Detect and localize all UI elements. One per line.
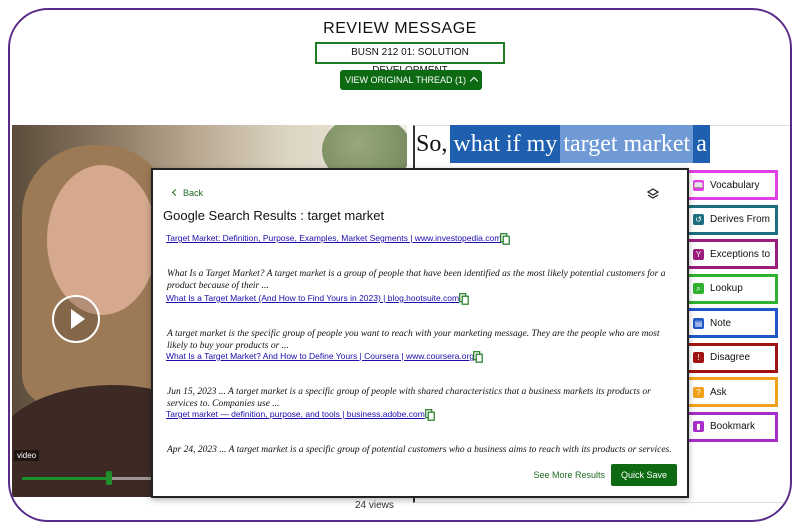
chevron-left-icon: [171, 188, 180, 197]
tool-label: Disagree: [710, 352, 751, 363]
video-tag: video: [14, 450, 40, 461]
tool-label: Exceptions to: [710, 248, 771, 260]
tool-note-button[interactable]: ▤ Note: [682, 308, 778, 338]
search-results-modal: Back Google Search Results : target mark…: [151, 168, 689, 498]
search-result-link[interactable]: Target market — definition, purpose, and…: [166, 409, 425, 419]
note-icon: ▤: [693, 317, 704, 329]
tool-label: Derives From: [710, 214, 771, 225]
tool-label: Bookmark: [710, 421, 756, 432]
course-label: BUSN 212 01: SOLUTION DEVELOPMENT: [315, 42, 505, 76]
page-title: REVIEW MESSAGE: [323, 20, 477, 37]
speaker-face: [47, 165, 157, 315]
thread-button-label: VIEW ORIGINAL THREAD (1): [344, 75, 467, 85]
chevron-up-icon: [469, 76, 479, 86]
layers-icon[interactable]: [647, 188, 659, 200]
alert-icon: !: [693, 352, 704, 363]
tool-disagree-button[interactable]: ! Disagree: [682, 342, 778, 373]
copy-icon[interactable]: [425, 409, 435, 421]
tool-vocabulary-button[interactable]: 📖 Vocabulary: [682, 170, 778, 200]
book-icon: 📖: [693, 179, 704, 191]
transcript-text[interactable]: So, what if my target market a: [413, 125, 790, 165]
play-button[interactable]: [52, 295, 100, 343]
tool-label: Vocabulary: [710, 179, 760, 191]
question-icon: ?: [693, 386, 704, 398]
see-more-results-link[interactable]: See More Results: [533, 470, 605, 480]
tool-label: Ask: [710, 386, 727, 398]
tool-derives-from-button[interactable]: ↺ Derives From: [682, 204, 778, 235]
app-frame: REVIEW MESSAGE BUSN 212 01: SOLUTION DEV…: [8, 8, 792, 522]
copy-icon[interactable]: [459, 293, 469, 305]
video-progress-handle[interactable]: [106, 471, 113, 485]
modal-footer: See More Results Quick Save: [533, 464, 677, 486]
search-icon: ⌕: [693, 283, 704, 294]
modal-title: Google Search Results : target market: [163, 208, 385, 223]
search-result-link[interactable]: What Is a Target Market (And How to Find…: [166, 293, 459, 303]
tool-lookup-button[interactable]: ⌕ Lookup: [682, 273, 778, 304]
transcript-word[interactable]: So,: [413, 125, 450, 163]
transcript-word[interactable]: a: [693, 125, 710, 163]
search-result: Target market — definition, purpose, and…: [163, 404, 678, 456]
branch-icon: Y: [693, 248, 704, 260]
search-result: What Is a Target Market? And How to Defi…: [163, 346, 678, 410]
tool-label: Lookup: [710, 283, 743, 294]
search-result-snippet: Apr 24, 2023 ... A target market is a sp…: [167, 445, 672, 455]
copy-icon[interactable]: [500, 233, 510, 245]
search-result: Target Market: Definition, Purpose, Exam…: [163, 228, 678, 292]
quick-save-button[interactable]: Quick Save: [610, 464, 677, 486]
search-result-link[interactable]: Target Market: Definition, Purpose, Exam…: [166, 233, 501, 243]
search-result: What Is a Target Market (And How to Find…: [163, 288, 678, 352]
play-icon: [71, 309, 85, 329]
history-icon: ↺: [693, 214, 704, 225]
view-original-thread-button[interactable]: VIEW ORIGINAL THREAD (1): [340, 70, 482, 90]
tool-exceptions-to-button[interactable]: Y Exceptions to: [682, 239, 778, 269]
tool-bookmark-button[interactable]: ▮ Bookmark: [682, 411, 778, 442]
back-button[interactable]: Back: [171, 188, 204, 198]
transcript-word[interactable]: target market: [560, 125, 694, 163]
transcript-word[interactable]: what if my: [450, 125, 561, 163]
tool-ask-button[interactable]: ? Ask: [682, 377, 778, 407]
video-progress-fill: [22, 477, 110, 480]
copy-icon[interactable]: [473, 351, 483, 363]
annotation-tools: 📖 Vocabulary ↺ Derives From Y Exceptions to ⌕ L…: [682, 170, 778, 446]
search-result-link[interactable]: What Is a Target Market? And How to Defi…: [166, 351, 474, 361]
back-label: Back: [183, 188, 204, 198]
bookmark-icon: ▮: [693, 421, 704, 432]
view-count: 24 views: [355, 500, 394, 511]
tool-label: Note: [710, 317, 732, 329]
